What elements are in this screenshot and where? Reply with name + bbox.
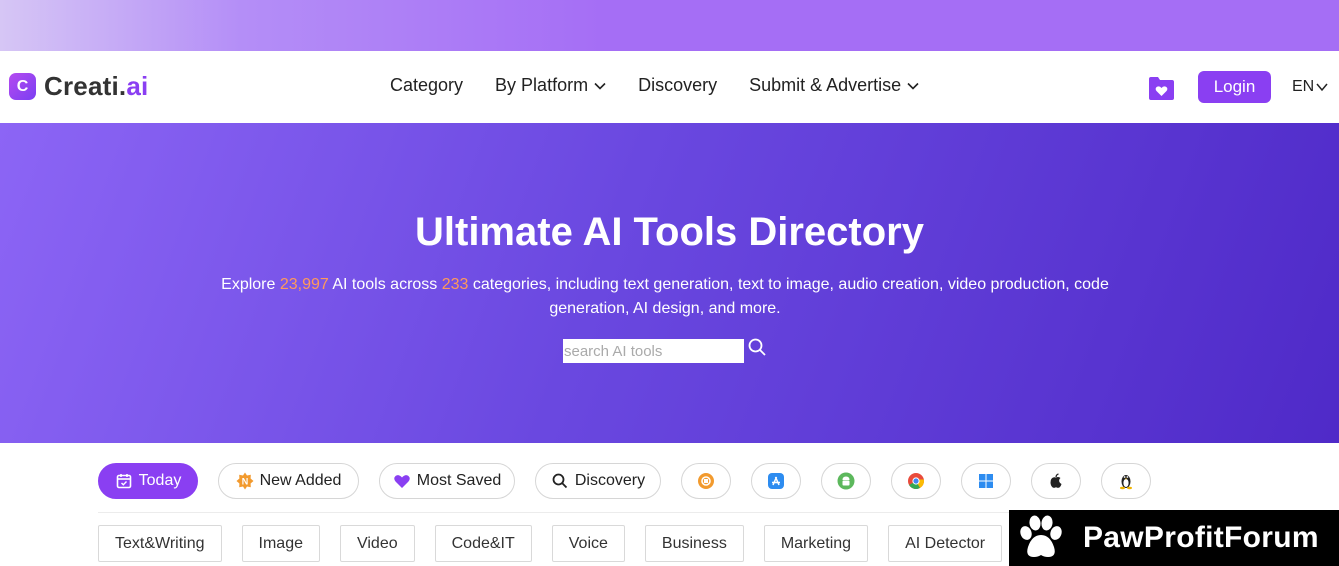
filter-discovery[interactable]: Discovery [535,463,661,499]
category-row: Text&Writing Image Video Code&IT Voice B… [98,525,1022,562]
category-ai-detector[interactable]: AI Detector [888,525,1003,562]
search-input[interactable] [563,339,744,363]
platform-chrome[interactable] [891,463,941,499]
search-bar [563,337,767,363]
apple-icon [1050,473,1062,488]
android-icon [837,472,855,490]
category-image[interactable]: Image [241,525,320,562]
brand-logo[interactable]: C Creati.ai [9,71,148,102]
main-nav: Category By Platform Discovery Submit & … [390,75,951,96]
navbar: C Creati.ai Category By Platform Discove… [0,51,1339,123]
filter-chip-row: Today N New Added Most Saved Discovery [98,463,1171,499]
language-selector[interactable]: EN [1292,78,1328,96]
category-voice[interactable]: Voice [551,525,625,562]
platform-android[interactable] [821,463,871,499]
hero-section: Ultimate AI Tools Directory Explore 23,9… [0,123,1339,443]
svg-text:N: N [241,477,248,487]
watermark-text: PawProfitForum [1083,521,1319,554]
platform-app-store[interactable] [751,463,801,499]
chrome-icon [908,473,925,489]
category-video[interactable]: Video [339,525,415,562]
watermark-banner: PawProfitForum [1009,510,1339,566]
search-icon [552,473,568,489]
category-count: 233 [441,276,469,293]
calendar-icon [116,474,131,489]
app-store-icon [768,473,784,489]
category-code-it[interactable]: Code&IT [434,525,532,562]
chevron-down-icon [907,82,919,90]
nav-item-category[interactable]: Category [390,75,463,96]
filter-most-saved[interactable]: Most Saved [379,463,515,499]
heart-icon [394,475,410,488]
paw-icon [1020,515,1062,557]
logo-mark-icon: C [9,73,36,100]
chevron-down-icon [594,82,606,90]
platform-chrome-extension[interactable] [681,463,731,499]
linux-icon [1120,475,1132,490]
section-divider [98,512,1010,513]
category-text-writing[interactable]: Text&Writing [98,525,222,562]
tool-count: 23,997 [279,276,329,293]
nav-item-by-platform[interactable]: By Platform [495,75,606,96]
hero-description: Explore 23,997 AI tools across 233 categ… [221,276,1109,317]
platform-linux[interactable] [1101,463,1151,499]
login-button[interactable]: Login [1198,71,1271,103]
platform-windows[interactable] [961,463,1011,499]
favorites-folder-icon[interactable] [1148,75,1175,101]
filter-today[interactable]: Today [98,463,198,499]
brand-name: Creati.ai [44,71,149,101]
hero-title: Ultimate AI Tools Directory [415,210,924,254]
windows-icon [979,474,993,488]
category-business[interactable]: Business [644,525,744,562]
chevron-down-icon [1316,83,1328,92]
nav-item-submit-advertise[interactable]: Submit & Advertise [749,75,919,96]
platform-apple[interactable] [1031,463,1081,499]
nav-item-discovery[interactable]: Discovery [638,75,717,96]
chrome-extension-icon [698,473,714,489]
filter-new-added[interactable]: N New Added [218,463,359,499]
new-badge-icon: N [236,472,254,490]
category-marketing[interactable]: Marketing [763,525,869,562]
top-banner [0,0,1339,51]
search-icon[interactable] [747,337,767,357]
